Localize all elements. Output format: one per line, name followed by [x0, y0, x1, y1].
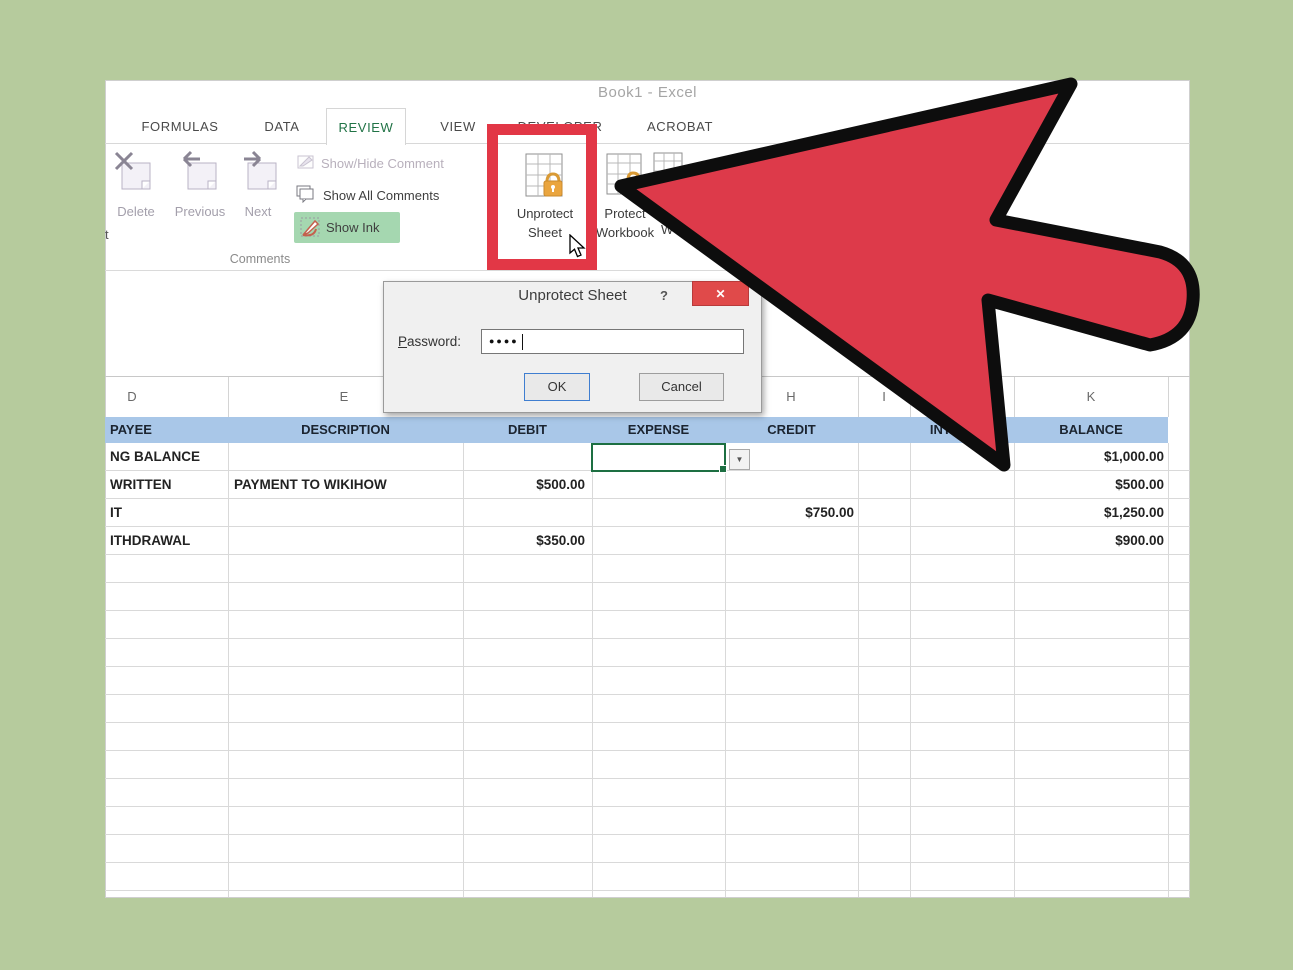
protect-workbook-icon	[606, 153, 643, 195]
protect-workbook-label-1: Protect	[604, 206, 646, 221]
grid-vline	[228, 377, 229, 417]
show-ink-icon	[300, 217, 320, 237]
cell-payee-2[interactable]: WRITTEN	[110, 471, 172, 499]
next-comment-button[interactable]	[238, 149, 284, 200]
cancel-button[interactable]: Cancel	[639, 373, 724, 401]
grid-vline	[228, 443, 229, 897]
grid-vline	[1168, 377, 1169, 417]
header-balance: BALANCE	[1059, 422, 1123, 437]
password-masked-value: ●●●●	[489, 336, 519, 346]
selected-cell[interactable]	[591, 443, 727, 473]
delete-page-icon	[114, 151, 151, 190]
header-description: DESCRIPTION	[301, 422, 390, 437]
password-input[interactable]: ●●●●	[481, 329, 744, 354]
grid-vline	[592, 443, 593, 897]
show-all-comments-label: Show All Comments	[323, 188, 440, 203]
tab-review[interactable]: REVIEW	[326, 108, 406, 145]
cell-payee-4[interactable]: ITHDRAWAL	[110, 527, 190, 555]
cell-payee-1[interactable]: NG BALANCE	[110, 443, 200, 471]
column-letter-k[interactable]: K	[1079, 380, 1103, 414]
previous-page-icon	[182, 150, 217, 190]
grid-vline	[910, 377, 911, 417]
header-interest: INTEREST	[929, 422, 995, 437]
cell-debit-4[interactable]: $350.00	[465, 527, 585, 555]
header-expense: EXPENSE	[627, 422, 690, 437]
show-ink-label: Show Ink	[326, 220, 380, 235]
next-page-icon	[244, 150, 277, 190]
fill-handle[interactable]	[719, 465, 727, 473]
header-payee: PAYEE	[110, 422, 152, 437]
column-letter-e[interactable]: E	[332, 380, 356, 414]
protect-workbook-label-2: Workbook	[595, 225, 655, 240]
grid-vline	[910, 443, 911, 897]
window-title: Book1 - Excel	[597, 84, 698, 101]
share-workbook-partial-label: W	[661, 222, 674, 237]
grid-vline	[463, 443, 464, 897]
grid-vline	[1168, 443, 1169, 897]
show-hide-comment-label: Show/Hide Comment	[321, 156, 444, 171]
share-workbook-partial-icon	[653, 152, 683, 182]
close-icon[interactable]: ✕	[692, 281, 749, 306]
tab-view[interactable]: VIEW	[428, 114, 488, 140]
text-caret	[522, 334, 523, 350]
table-header-row: PAYEE DESCRIPTION DEBIT EXPENSE CREDIT I…	[105, 417, 1168, 443]
show-ink-button[interactable]: Show Ink	[294, 212, 400, 243]
previous-label: Previous	[174, 204, 226, 219]
cell-credit-3[interactable]: $750.00	[725, 499, 854, 527]
unprotect-highlight-box	[487, 124, 597, 270]
cell-balance-2[interactable]: $500.00	[1014, 471, 1164, 499]
unprotect-sheet-dialog: Unprotect Sheet ? ✕ Password: ●●●● OK Ca…	[383, 281, 762, 413]
ok-button[interactable]: OK	[524, 373, 590, 401]
previous-comment-button[interactable]	[178, 149, 224, 200]
cell-balance-4[interactable]: $900.00	[1014, 527, 1164, 555]
tab-data[interactable]: DATA	[252, 114, 312, 140]
tab-acrobat[interactable]: ACROBAT	[640, 114, 720, 140]
next-label: Next	[244, 204, 272, 219]
tab-row-divider	[105, 143, 1190, 144]
comments-group-label: Comments	[229, 252, 291, 266]
password-label: Password:	[398, 334, 461, 349]
column-letter-h[interactable]: H	[779, 380, 803, 414]
show-all-comments-icon	[296, 185, 314, 204]
show-all-comments-button[interactable]	[296, 185, 316, 208]
grid-vline	[858, 377, 859, 417]
cell-balance-1[interactable]: $1,000.00	[1014, 443, 1164, 471]
grid-vline	[1014, 377, 1015, 417]
cell-description-2[interactable]: PAYMENT TO WIKIHOW	[234, 471, 387, 499]
delete-label: Delete	[117, 204, 155, 219]
cell-debit-2[interactable]: $500.00	[465, 471, 585, 499]
header-debit: DEBIT	[508, 422, 547, 437]
show-hide-comment-button[interactable]	[297, 154, 315, 175]
show-hide-comment-icon	[297, 155, 314, 169]
column-letter-i[interactable]: I	[872, 380, 896, 414]
grid-vline	[858, 443, 859, 897]
tab-review-label: REVIEW	[338, 120, 394, 135]
tab-formulas[interactable]: FORMULAS	[130, 114, 230, 140]
password-label-rest: assword:	[407, 334, 462, 349]
cell-payee-3[interactable]: IT	[110, 499, 122, 527]
filter-dropdown-button[interactable]: ▼	[729, 449, 750, 470]
header-credit: CREDIT	[767, 422, 816, 437]
help-icon[interactable]: ?	[660, 288, 668, 303]
column-letter-d[interactable]: D	[120, 380, 144, 414]
cell-balance-3[interactable]: $1,250.00	[1014, 499, 1164, 527]
ribbon-bottom-divider	[105, 270, 1190, 271]
password-label-accesskey: P	[398, 334, 408, 349]
protect-workbook-button[interactable]: Protect Workbook	[590, 148, 660, 248]
clipped-label-fragment: t	[105, 227, 109, 240]
delete-comment-button[interactable]	[112, 149, 158, 200]
